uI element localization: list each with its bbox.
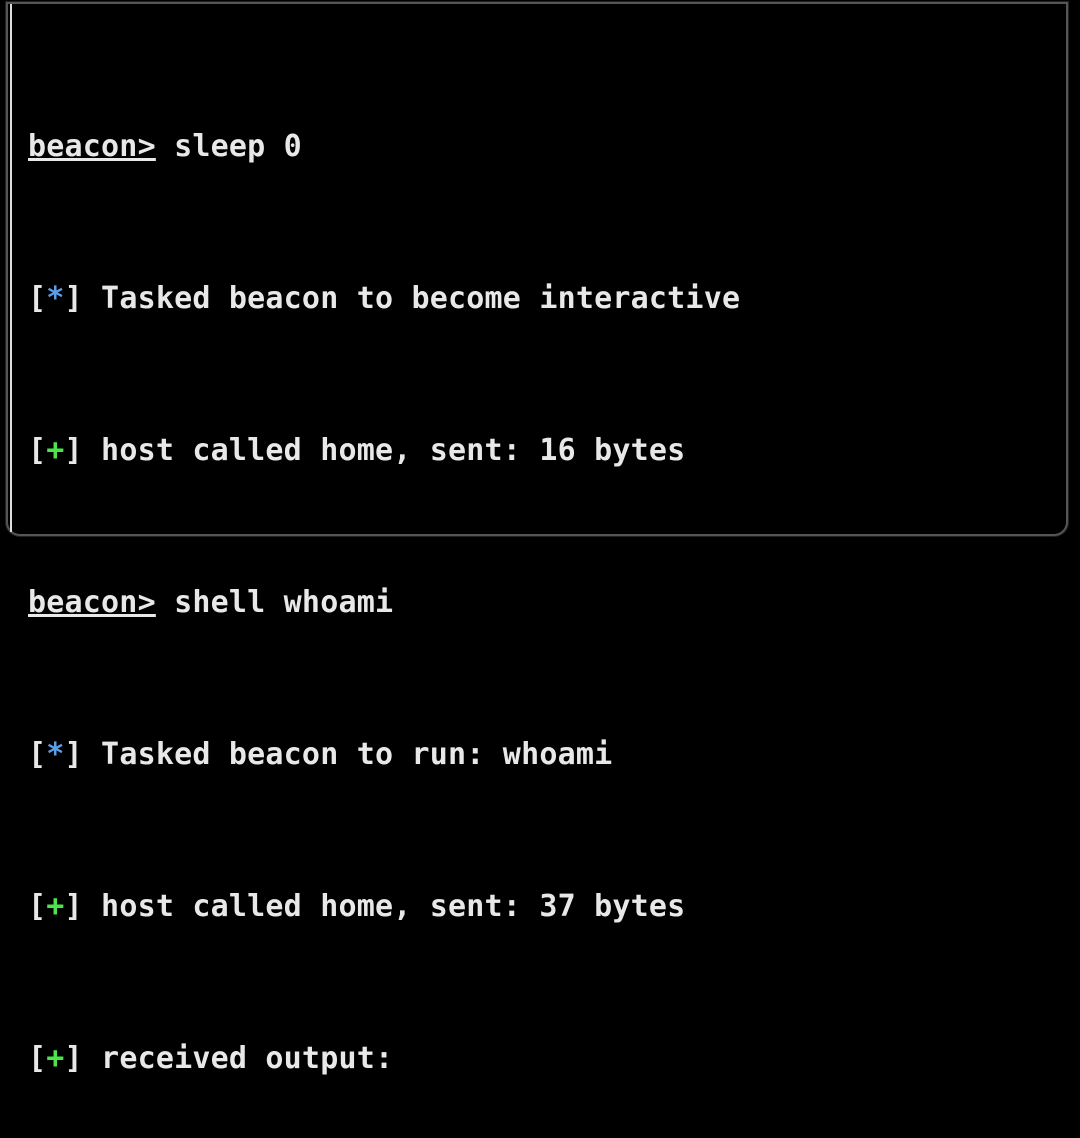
info-text: Tasked beacon to become interactive: [83, 281, 740, 316]
marker-bracket-left: [: [28, 1041, 46, 1076]
marker-bracket-right: ]: [65, 1041, 83, 1076]
terminal-line: [+] host called home, sent: 37 bytes: [28, 888, 1056, 926]
marker-plus: +: [46, 1041, 64, 1076]
marker-bracket-right: ]: [65, 433, 83, 468]
marker-bracket-left: [: [28, 737, 46, 772]
terminal-line: [*] Tasked beacon to run: whoami: [28, 736, 1056, 774]
terminal-line: [+] received output:: [28, 1040, 1056, 1078]
marker-bracket-left: [: [28, 281, 46, 316]
terminal-line: beacon> shell whoami: [28, 584, 1056, 622]
success-text: host called home, sent: 16 bytes: [83, 433, 686, 468]
success-text: received output:: [83, 1041, 393, 1076]
terminal-output[interactable]: beacon> sleep 0 [*] Tasked beacon to bec…: [18, 14, 1056, 1138]
info-text: Tasked beacon to run: whoami: [83, 737, 613, 772]
window-left-edge: [10, 4, 12, 532]
command-text: shell whoami: [156, 585, 393, 620]
marker-plus: +: [46, 433, 64, 468]
prompt: beacon>: [28, 129, 156, 164]
marker-plus: +: [46, 889, 64, 924]
marker-bracket-right: ]: [65, 281, 83, 316]
command-text: sleep 0: [156, 129, 302, 164]
marker-star: *: [46, 281, 64, 316]
marker-bracket-left: [: [28, 889, 46, 924]
marker-bracket-right: ]: [65, 889, 83, 924]
terminal-line: beacon> sleep 0: [28, 128, 1056, 166]
success-text: host called home, sent: 37 bytes: [83, 889, 686, 924]
marker-star: *: [46, 737, 64, 772]
marker-bracket-left: [: [28, 433, 46, 468]
terminal-line: [+] host called home, sent: 16 bytes: [28, 432, 1056, 470]
marker-bracket-right: ]: [65, 737, 83, 772]
prompt: beacon>: [28, 585, 156, 620]
terminal-line: [*] Tasked beacon to become interactive: [28, 280, 1056, 318]
terminal-window: beacon> sleep 0 [*] Tasked beacon to bec…: [6, 2, 1068, 536]
